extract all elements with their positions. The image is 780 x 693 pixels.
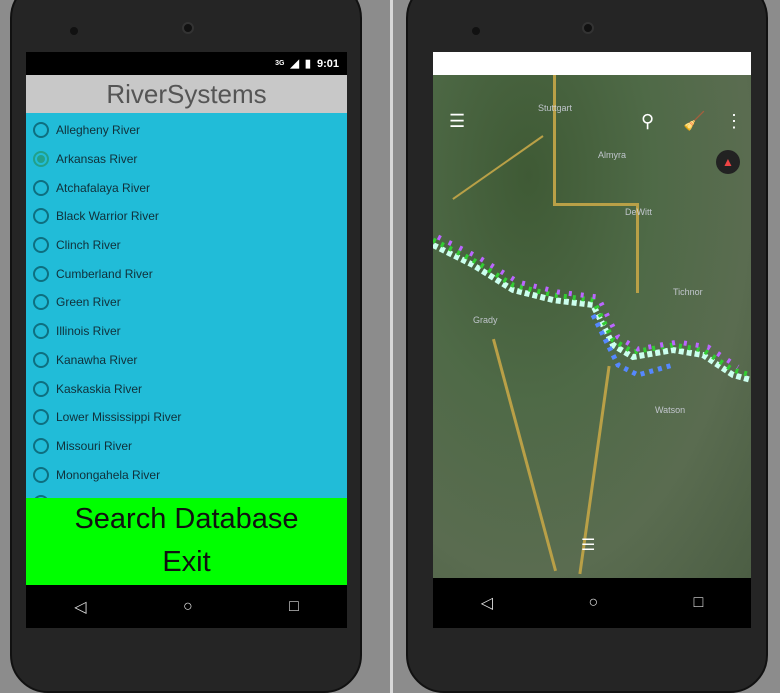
network-indicator: 3G	[275, 60, 285, 67]
radio-button[interactable]	[33, 380, 49, 397]
back-icon[interactable]: ◁	[74, 597, 86, 617]
river-option[interactable]: Green River	[26, 288, 347, 317]
broom-icon[interactable]: 🧹	[683, 111, 705, 132]
satellite-map[interactable]: Stuttgart Almyra DeWitt Tichnor Grady Wa…	[433, 75, 751, 578]
radio-button[interactable]	[33, 409, 49, 426]
speaker-icon	[70, 27, 78, 35]
river-label: Illinois River	[56, 324, 121, 339]
map-label: Tichnor	[673, 287, 703, 297]
radio-button[interactable]	[33, 151, 49, 168]
back-icon[interactable]: ◁	[481, 593, 493, 613]
river-label: Atchafalaya River	[56, 180, 151, 195]
river-option[interactable]: Allegheny River	[26, 116, 347, 145]
radio-button[interactable]	[33, 323, 49, 340]
camera-icon	[582, 22, 594, 34]
home-icon[interactable]: ○	[588, 594, 598, 612]
river-label: Clinch River	[56, 238, 121, 253]
radio-button[interactable]	[33, 208, 49, 225]
menu-icon[interactable]: ☰	[449, 111, 465, 132]
home-icon[interactable]: ○	[183, 598, 193, 616]
right-screen: Stuttgart Almyra DeWitt Tichnor Grady Wa…	[433, 52, 751, 628]
radio-button[interactable]	[33, 437, 49, 454]
river-option[interactable]: Lower Mississippi River	[26, 403, 347, 432]
river-option[interactable]: Clinch River	[26, 231, 347, 260]
radio-button[interactable]	[33, 466, 49, 483]
radio-button[interactable]	[33, 294, 49, 311]
river-list[interactable]: Allegheny River Arkansas River Atchafalaya…	[26, 113, 347, 498]
divider	[390, 0, 393, 693]
signal-icon: ◢	[290, 58, 299, 70]
radio-button[interactable]	[33, 237, 49, 254]
status-bar: 3G ◢ ▮ 9:01	[26, 52, 347, 75]
river-option[interactable]: Atchafalaya River	[26, 173, 347, 202]
clock: 9:01	[316, 57, 339, 70]
river-label: Lower Mississippi River	[56, 410, 182, 425]
search-database-button[interactable]: Search Database	[26, 498, 347, 541]
river-label: Black Warrior River	[56, 209, 159, 224]
river-option[interactable]: Kanawha River	[26, 346, 347, 375]
river-option[interactable]: Illinois River	[26, 317, 347, 346]
exit-button[interactable]: Exit	[26, 541, 347, 584]
more-vert-icon[interactable]: ⋮	[725, 111, 743, 132]
river-label: Green River	[56, 295, 121, 310]
river-label: Allegheny River	[56, 123, 141, 138]
map-label: Stuttgart	[538, 103, 573, 113]
river-option[interactable]: Cumberland River	[26, 259, 347, 288]
map-label: Almyra	[598, 150, 627, 160]
river-option[interactable]: Missouri River	[26, 432, 347, 461]
river-label: Monongahela River	[56, 467, 161, 482]
river-label: Kanawha River	[56, 352, 138, 367]
river-option[interactable]: Black Warrior River	[26, 202, 347, 231]
map-label: Grady	[473, 315, 498, 325]
river-label: Kaskaskia River	[56, 381, 143, 396]
left-screen: 3G ◢ ▮ 9:01 RiverSystems Allegheny River…	[26, 52, 347, 628]
map-label: Watson	[655, 405, 686, 415]
river-option[interactable]: Ohio River	[26, 489, 347, 498]
nav-bar: ◁ ○ □	[433, 578, 751, 628]
map-label: DeWitt	[625, 207, 652, 217]
river-label: Cumberland River	[56, 266, 153, 281]
river-label: Arkansas River	[56, 152, 138, 167]
drawer-handle-icon[interactable]: ☰	[581, 535, 595, 555]
river-label: Missouri River	[56, 438, 133, 453]
radio-button[interactable]	[33, 265, 49, 282]
search-icon[interactable]: ⚲	[641, 111, 654, 132]
river-option[interactable]: Arkansas River	[26, 145, 347, 174]
radio-button[interactable]	[33, 351, 49, 368]
battery-icon: ▮	[304, 58, 311, 70]
speaker-icon	[472, 27, 480, 35]
app-title: RiverSystems	[26, 75, 347, 113]
nav-bar: ◁ ○ □	[26, 585, 347, 628]
recent-apps-icon[interactable]: □	[289, 598, 299, 616]
radio-button[interactable]	[33, 122, 49, 139]
river-option[interactable]: Monongahela River	[26, 460, 347, 489]
radio-button[interactable]	[33, 179, 49, 196]
recent-apps-icon[interactable]: □	[694, 594, 704, 612]
river-option[interactable]: Kaskaskia River	[26, 374, 347, 403]
compass-icon[interactable]: ▲	[716, 150, 740, 174]
status-bar	[433, 52, 751, 75]
radio-button[interactable]	[33, 495, 49, 498]
river-route	[433, 234, 751, 383]
camera-icon	[182, 22, 194, 34]
